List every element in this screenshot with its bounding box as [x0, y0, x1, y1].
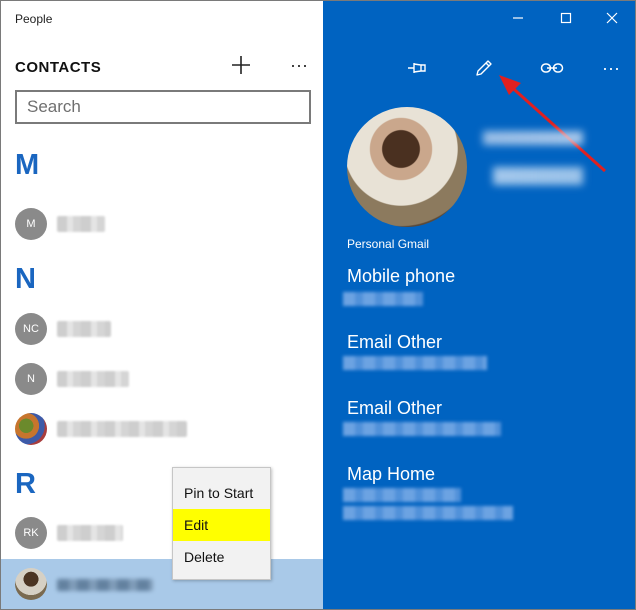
contact-row[interactable]: N [1, 354, 323, 404]
contact-name-blurred [483, 131, 583, 145]
pin-icon [408, 63, 426, 73]
search-placeholder: Search [27, 97, 81, 116]
minimize-icon [513, 17, 523, 19]
menu-item-pin-to-start[interactable]: Pin to Start [173, 477, 270, 509]
contact-row-selected[interactable] [1, 559, 323, 609]
close-button[interactable] [599, 7, 625, 29]
contact-name-blurred [57, 216, 105, 232]
contact-name-blurred [57, 421, 187, 437]
app-title: People [15, 12, 53, 26]
field-label-mobile-phone: Mobile phone [347, 266, 456, 286]
field-label-email-other-2: Email Other [347, 398, 443, 418]
avatar [15, 413, 47, 445]
contact-row[interactable]: RK [1, 508, 323, 558]
group-letter-n[interactable]: N [15, 263, 36, 296]
contact-row[interactable] [1, 404, 323, 454]
plus-icon [232, 56, 250, 74]
contacts-pane: People CONTACTS ··· Search M M N NC N R … [1, 1, 323, 609]
field-value-blurred[interactable] [343, 292, 423, 306]
annotation-arrow [499, 75, 607, 173]
pin-button[interactable] [405, 55, 431, 81]
minimize-button[interactable] [505, 7, 531, 29]
field-label-map-home: Map Home [347, 464, 436, 484]
contact-name-blurred [493, 167, 583, 185]
more-options-button[interactable]: ··· [287, 53, 311, 77]
ellipsis-icon: ··· [290, 55, 308, 75]
field-label-email-other: Email Other [347, 332, 443, 352]
maximize-button[interactable] [553, 7, 579, 29]
avatar: RK [15, 517, 47, 549]
field-value-blurred[interactable] [343, 488, 461, 502]
contact-row[interactable]: NC [1, 304, 323, 354]
avatar: M [15, 208, 47, 240]
avatar [15, 568, 47, 600]
contact-row[interactable]: M [1, 199, 323, 249]
people-window: People CONTACTS ··· Search M M N NC N R … [0, 0, 636, 610]
add-contact-button[interactable] [229, 53, 253, 77]
contact-photo[interactable] [347, 107, 467, 227]
contacts-heading: CONTACTS [15, 59, 102, 76]
contact-name-blurred [57, 321, 111, 337]
field-value-blurred[interactable] [343, 356, 487, 370]
context-menu: Pin to Start Edit Delete [172, 467, 271, 580]
account-label: Personal Gmail [347, 237, 430, 251]
contact-name-blurred [57, 525, 123, 541]
close-icon [606, 12, 618, 24]
field-value-blurred[interactable] [343, 422, 501, 436]
avatar: NC [15, 313, 47, 345]
maximize-icon [560, 12, 572, 24]
search-input[interactable]: Search [15, 90, 311, 124]
field-value-blurred[interactable] [343, 506, 513, 520]
avatar: N [15, 363, 47, 395]
contact-name-blurred [57, 371, 129, 387]
menu-item-edit[interactable]: Edit [173, 509, 270, 541]
group-letter-r[interactable]: R [15, 468, 36, 501]
contact-name-blurred [57, 579, 153, 591]
contact-detail-pane: ··· Personal Gmail Mobile phone Email Ot… [323, 1, 635, 609]
pencil-edit-icon [476, 60, 492, 76]
menu-item-delete[interactable]: Delete [173, 541, 270, 573]
group-letter-m[interactable]: M [15, 149, 39, 182]
